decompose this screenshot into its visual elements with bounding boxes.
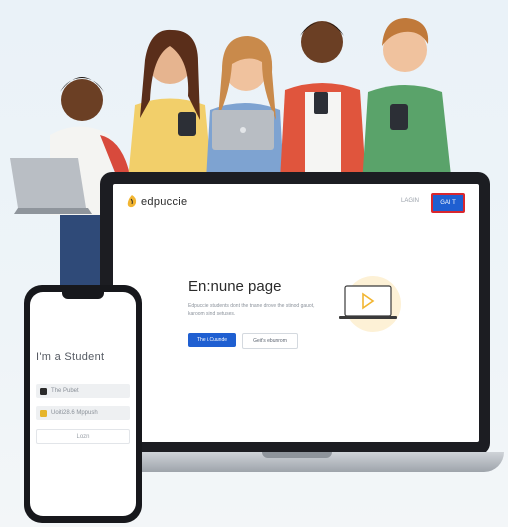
page-title: En:nune page: [188, 278, 282, 295]
book-icon: [40, 409, 47, 417]
get-started-button[interactable]: GAI T: [431, 193, 465, 213]
student-figure-4: [280, 21, 366, 180]
login-link[interactable]: LAGIN: [401, 198, 419, 204]
primary-cta-button[interactable]: The i.Cuunde: [188, 333, 236, 347]
laptop-trackpad-notch: [262, 452, 332, 458]
hero-description: Edpuccie students dont the tnane drove t…: [188, 303, 315, 317]
phone-login-button[interactable]: Lozn: [36, 429, 130, 444]
scene: edpuccie LAGIN GAI T En:nune page Edpucc…: [0, 0, 508, 527]
phone-screen: I'm a Student The Pubet Uoiti28.6 Mppush…: [30, 292, 136, 516]
video-laptop-illustration: [339, 276, 401, 332]
student-field-2-text: Uoiti28.6 Mppush: [51, 410, 98, 416]
phone-title: I'm a Student: [36, 351, 105, 363]
edpuccie-logo-icon: [127, 195, 137, 208]
laptop-screen: edpuccie LAGIN GAI T En:nune page Edpucc…: [113, 184, 479, 442]
student-field-2[interactable]: Uoiti28.6 Mppush: [36, 406, 130, 420]
phone-notch: [62, 292, 104, 299]
student-field-1[interactable]: The Pubet: [36, 384, 130, 398]
brand-logo[interactable]: edpuccie: [127, 195, 187, 208]
brand-name: edpuccie: [141, 195, 188, 208]
secondary-cta-button[interactable]: Geit's ebunrom: [242, 333, 298, 349]
student-figure-5: [362, 18, 452, 185]
student-figure-2: [128, 29, 212, 180]
cap-icon: [40, 387, 47, 395]
student-figure-3: [206, 36, 284, 180]
student-field-1-text: The Pubet: [51, 388, 79, 394]
